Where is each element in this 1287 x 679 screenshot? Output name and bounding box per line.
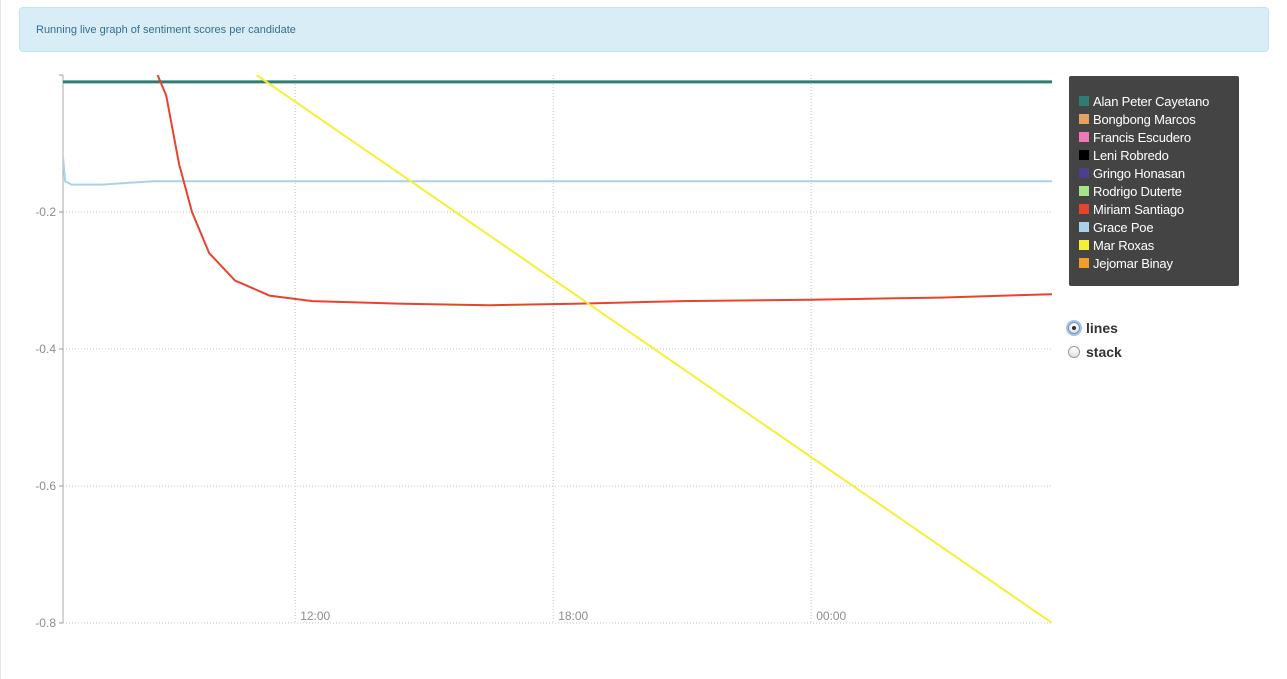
legend-swatch bbox=[1079, 222, 1089, 232]
lines-option[interactable]: lines bbox=[1068, 316, 1122, 340]
legend-label: Jejomar Binay bbox=[1093, 255, 1173, 271]
x-tick-label: 18:00 bbox=[558, 609, 588, 623]
legend-swatch bbox=[1079, 240, 1089, 250]
lines-radio[interactable] bbox=[1068, 322, 1080, 334]
sentiment-chart: -0.2 -0.4 -0.6 -0.8 12:00 18:00 00:00 bbox=[35, 74, 1052, 630]
legend-label: Miriam Santiago bbox=[1093, 201, 1184, 217]
series-line-grace-poe bbox=[63, 157, 1052, 186]
legend-label: Gringo Honasan bbox=[1093, 165, 1185, 181]
legend-item[interactable]: Rodrigo Duterte bbox=[1079, 182, 1239, 200]
info-alert: Running live graph of sentiment scores p… bbox=[19, 7, 1269, 52]
legend-item[interactable]: Miriam Santiago bbox=[1079, 200, 1239, 218]
alert-text: Running live graph of sentiment scores p… bbox=[36, 24, 296, 36]
legend-swatch bbox=[1079, 186, 1089, 196]
stack-label: stack bbox=[1086, 344, 1122, 360]
y-tick-label: -0.4 bbox=[35, 342, 56, 356]
legend-item[interactable]: Jejomar Binay bbox=[1079, 254, 1239, 272]
y-tick-label: -0.2 bbox=[35, 205, 56, 219]
legend-item[interactable]: Francis Escudero bbox=[1079, 128, 1239, 146]
legend-swatch bbox=[1079, 258, 1089, 268]
legend-item[interactable]: Leni Robredo bbox=[1079, 146, 1239, 164]
legend-label: Francis Escudero bbox=[1093, 129, 1191, 145]
legend-swatch bbox=[1079, 132, 1089, 142]
chart-mode-controls: lines stack bbox=[1068, 316, 1122, 364]
legend-swatch bbox=[1079, 114, 1089, 124]
legend-swatch bbox=[1079, 168, 1089, 178]
legend-item[interactable]: Alan Peter Cayetano bbox=[1079, 92, 1239, 110]
series-line-miriam-santiago bbox=[156, 75, 1052, 307]
legend-item[interactable]: Bongbong Marcos bbox=[1079, 110, 1239, 128]
legend-label: Mar Roxas bbox=[1093, 237, 1155, 253]
chart-legend: Alan Peter Cayetano Bongbong Marcos Franci… bbox=[1069, 76, 1239, 286]
x-tick-label: 00:00 bbox=[816, 609, 846, 623]
legend-label: Leni Robredo bbox=[1093, 147, 1169, 163]
legend-label: Alan Peter Cayetano bbox=[1093, 93, 1210, 109]
y-tick-label: -0.8 bbox=[35, 616, 56, 630]
legend-label: Bongbong Marcos bbox=[1093, 111, 1196, 127]
y-tick-label: -0.6 bbox=[35, 479, 56, 493]
legend-item[interactable]: Mar Roxas bbox=[1079, 236, 1239, 254]
legend-swatch bbox=[1079, 150, 1089, 160]
legend-item[interactable]: Gringo Honasan bbox=[1079, 164, 1239, 182]
legend-swatch bbox=[1079, 96, 1089, 106]
lines-label: lines bbox=[1086, 320, 1118, 336]
legend-label: Rodrigo Duterte bbox=[1093, 183, 1182, 199]
legend-swatch bbox=[1079, 204, 1089, 214]
x-tick-label: 12:00 bbox=[300, 609, 330, 623]
stack-radio[interactable] bbox=[1068, 346, 1080, 358]
legend-item[interactable]: Grace Poe bbox=[1079, 218, 1239, 236]
stack-option[interactable]: stack bbox=[1068, 340, 1122, 364]
legend-label: Grace Poe bbox=[1093, 219, 1154, 235]
